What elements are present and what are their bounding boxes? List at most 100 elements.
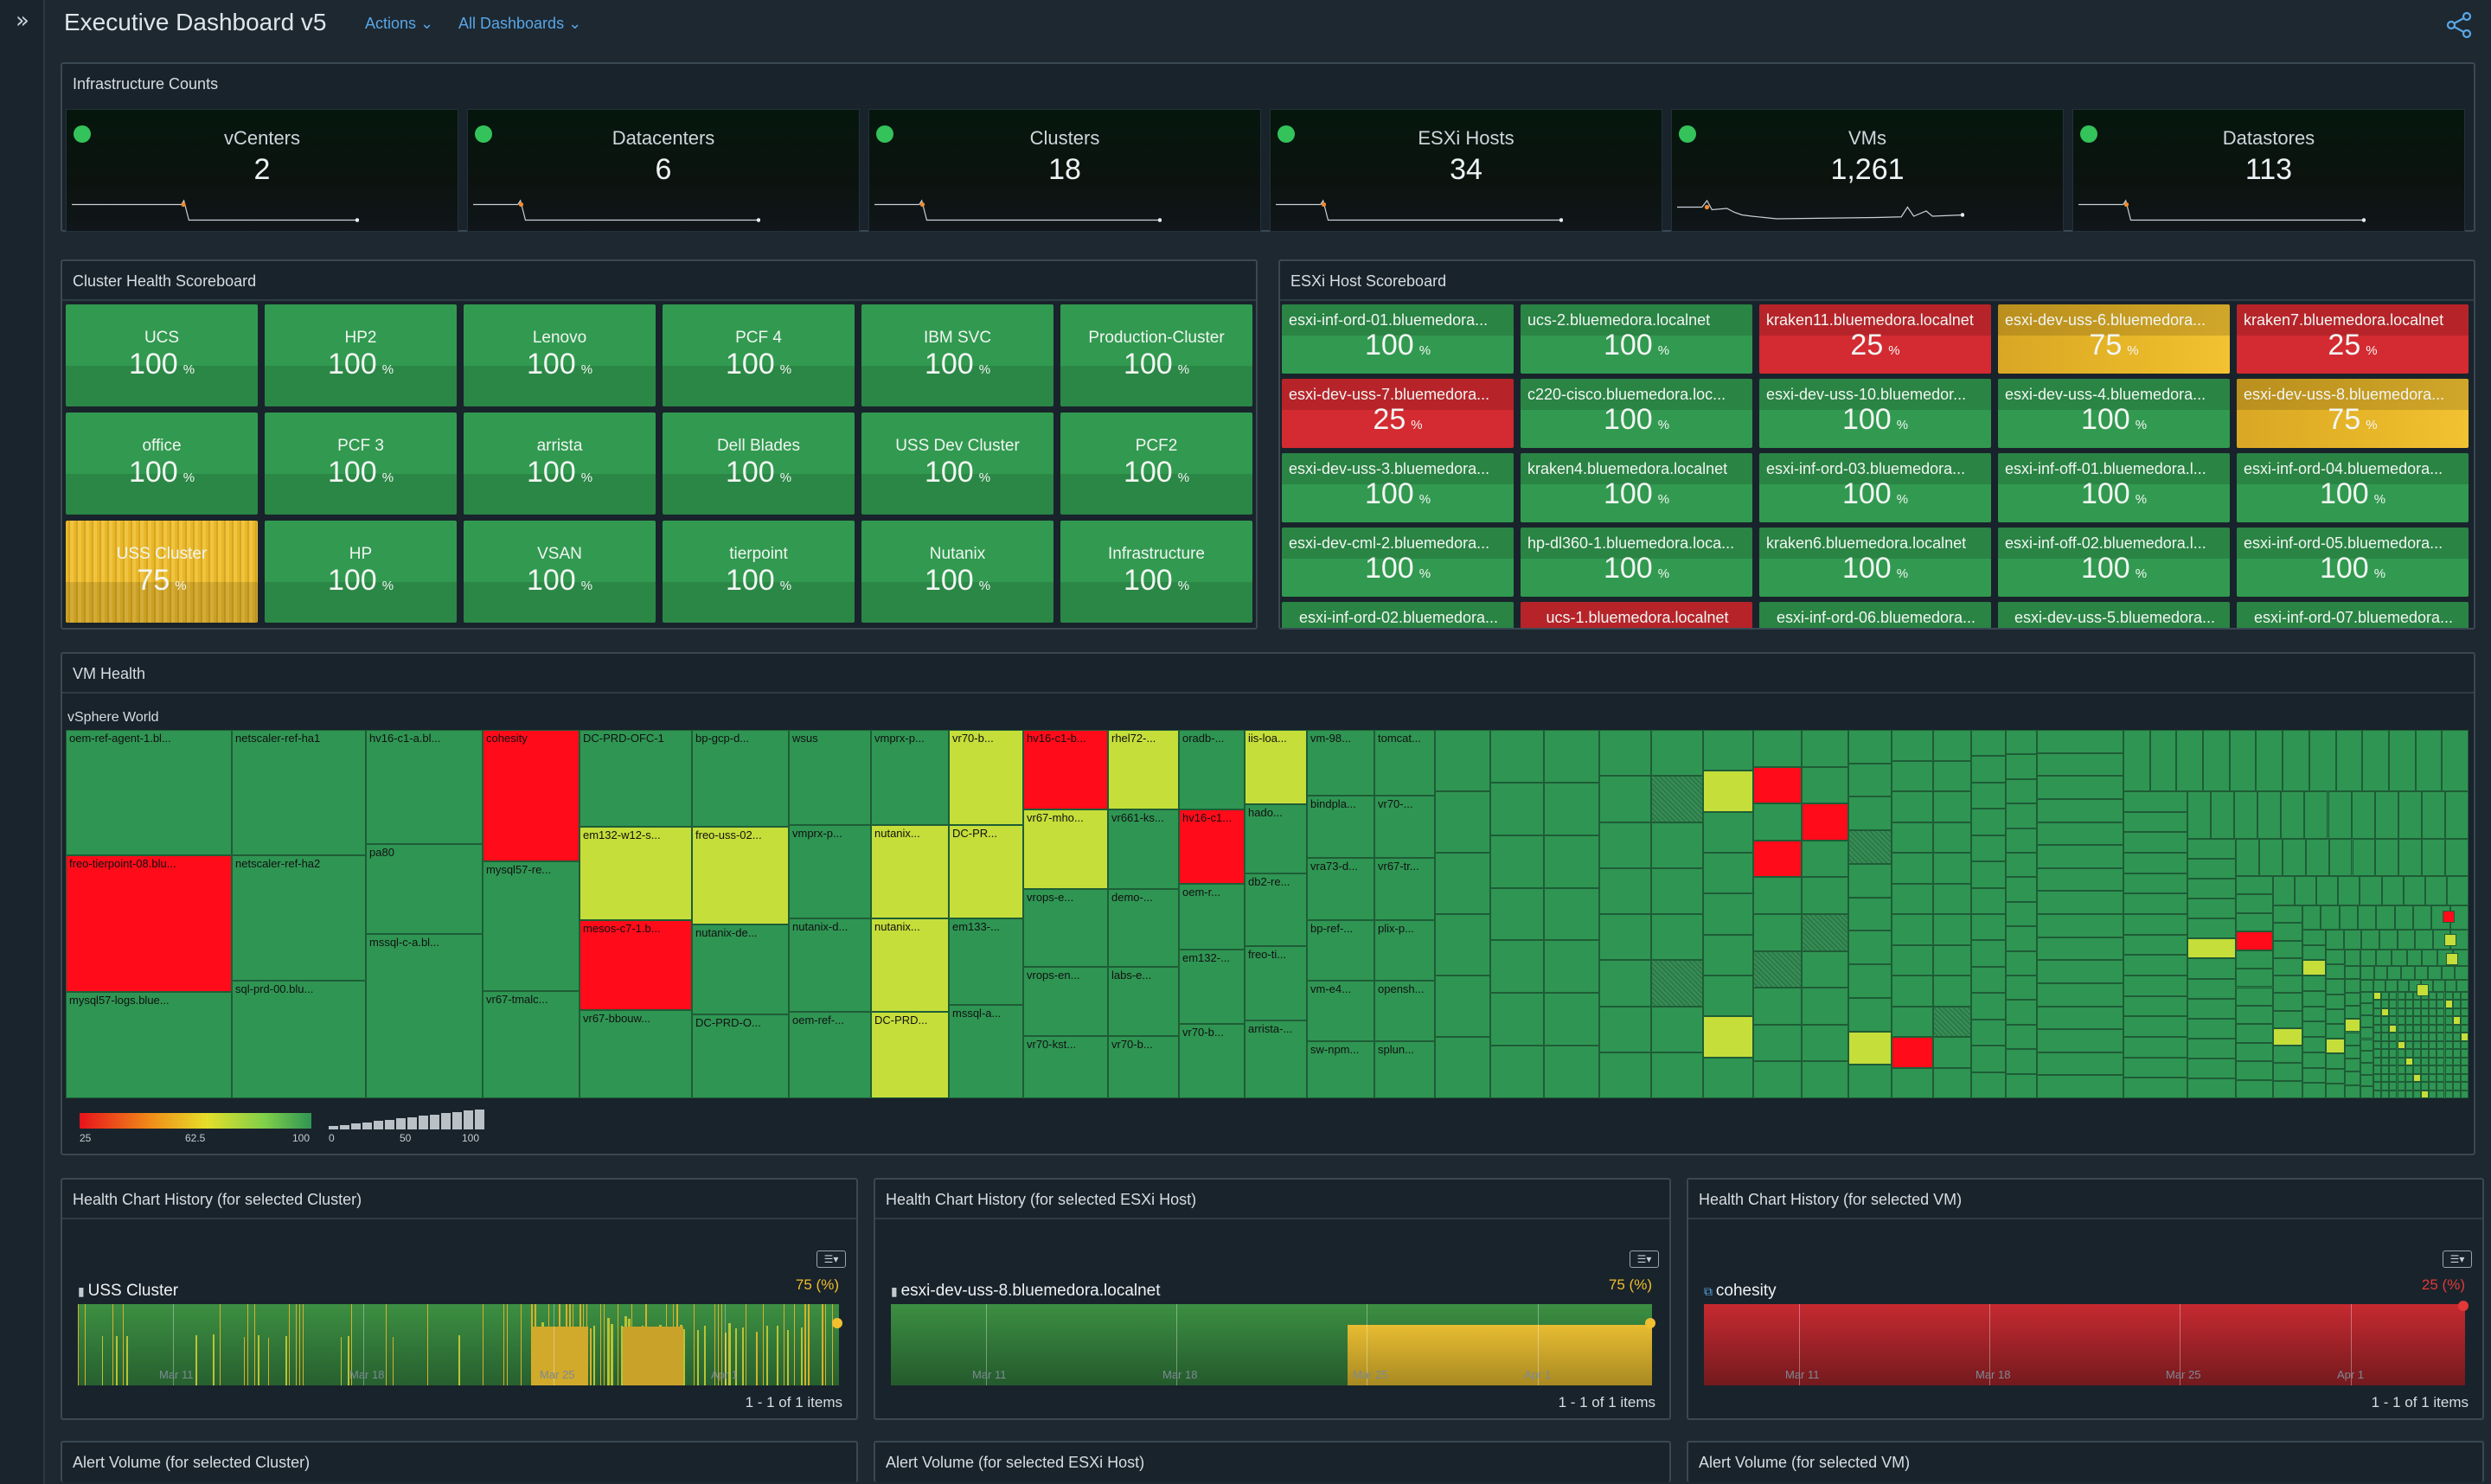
vm-cell[interactable]: [1802, 803, 1848, 841]
vm-cell[interactable]: [2381, 1033, 2390, 1041]
vm-cell[interactable]: [2236, 1024, 2273, 1043]
vm-cell[interactable]: [2405, 1040, 2413, 1050]
vm-cell[interactable]: [1544, 1046, 1599, 1098]
vm-cell[interactable]: [2187, 918, 2236, 939]
vm-cell[interactable]: [2415, 730, 2443, 791]
cluster-tile-pcf2[interactable]: PCF2 100%: [1060, 413, 1252, 515]
esxi-tile[interactable]: kraken11.bluemedora.localnet 25%: [1759, 304, 1991, 374]
vm-cell[interactable]: [2452, 1040, 2461, 1050]
vm-cell[interactable]: [2282, 839, 2306, 876]
vm-cell[interactable]: opensh...: [1374, 981, 1435, 1041]
vm-cell[interactable]: [2397, 1000, 2405, 1008]
vm-cell[interactable]: [2360, 1003, 2373, 1016]
actions-menu[interactable]: Actions ⌄: [365, 15, 433, 33]
vm-cell[interactable]: [1971, 1019, 2006, 1046]
vm-cell[interactable]: [1490, 782, 1544, 835]
vm-cell[interactable]: [2373, 1049, 2382, 1058]
esxi-tile[interactable]: esxi-inf-off-02.bluemedora.l... 100%: [1998, 528, 2230, 597]
vm-cell[interactable]: demo-...: [1108, 889, 1179, 967]
vm-cell[interactable]: [2236, 894, 2273, 913]
vm-cell[interactable]: [1802, 988, 1848, 1025]
vm-cell[interactable]: [2316, 876, 2339, 905]
vm-cell[interactable]: rhel72-...: [1108, 730, 1179, 809]
vm-cell[interactable]: [2037, 845, 2123, 868]
vm-cell[interactable]: [2412, 1049, 2421, 1058]
vm-cell[interactable]: [2422, 839, 2446, 876]
esxi-tile[interactable]: ucs-2.bluemedora.localnet 100%: [1521, 304, 1752, 374]
vm-cell[interactable]: [1971, 835, 2006, 862]
vm-cell[interactable]: [2037, 730, 2123, 753]
vm-cell[interactable]: [1490, 940, 1544, 994]
vm-cell[interactable]: [2373, 1040, 2382, 1050]
vm-cell[interactable]: [1848, 897, 1892, 931]
vm-cell[interactable]: [2187, 958, 2236, 979]
vm-cell[interactable]: [2360, 1062, 2373, 1075]
vm-cell[interactable]: [2273, 923, 2302, 941]
vm-cell[interactable]: [1753, 988, 1802, 1025]
vm-cell[interactable]: [2405, 1073, 2413, 1083]
vm-cell[interactable]: oem-r...: [1179, 884, 1245, 950]
vm-cell[interactable]: [2236, 969, 2273, 988]
vm-cell[interactable]: [2413, 905, 2432, 930]
vm-cell[interactable]: [2412, 1016, 2421, 1025]
vm-cell[interactable]: [1848, 964, 1892, 998]
vm-cell[interactable]: [2397, 1082, 2405, 1091]
vm-cell[interactable]: [2328, 839, 2353, 876]
vm-cell[interactable]: [2460, 992, 2469, 1001]
cluster-tile-production-cluster[interactable]: Production-Cluster 100%: [1060, 304, 1252, 406]
share-icon[interactable]: [2444, 10, 2474, 40]
vm-cell[interactable]: [2326, 930, 2344, 950]
vm-cell[interactable]: [2273, 1063, 2302, 1081]
vm-cell[interactable]: [2437, 1073, 2445, 1083]
vm-cell[interactable]: labs-e...: [1108, 967, 1179, 1036]
vm-cell[interactable]: vrops-e...: [1023, 889, 1108, 967]
vm-cell[interactable]: [1892, 1006, 1933, 1037]
vm-cell[interactable]: iis-loa...: [1245, 730, 1307, 804]
vm-cell[interactable]: [2123, 995, 2187, 1017]
vm-cell[interactable]: [2381, 1040, 2390, 1050]
vm-cell[interactable]: [2429, 1057, 2437, 1066]
vm-cell[interactable]: [1703, 1057, 1753, 1098]
vm-cell[interactable]: [2437, 1024, 2445, 1033]
vm-cell[interactable]: [2302, 1052, 2326, 1068]
vm-cell[interactable]: [1892, 883, 1933, 914]
vm-cell[interactable]: [1971, 1071, 2006, 1098]
vm-cell[interactable]: [2302, 905, 2321, 930]
vm-cell[interactable]: [2335, 730, 2363, 791]
vm-cell[interactable]: [2304, 791, 2328, 839]
vm-cell[interactable]: [1933, 853, 1971, 884]
vm-cell[interactable]: [1933, 791, 1971, 822]
vm-cell[interactable]: [2452, 1057, 2461, 1066]
cluster-tile-office[interactable]: office 100%: [66, 413, 258, 515]
vm-cell[interactable]: [2397, 992, 2405, 1001]
vm-cell[interactable]: [2187, 938, 2236, 959]
vm-cell[interactable]: [2397, 1049, 2405, 1058]
vm-cell[interactable]: [2421, 1082, 2430, 1091]
vm-cell[interactable]: [2429, 1049, 2437, 1058]
vm-cell[interactable]: [2351, 791, 2375, 839]
vm-cell[interactable]: [2444, 934, 2456, 946]
vm-cell[interactable]: [2187, 1038, 2236, 1059]
vm-cell[interactable]: [2437, 1000, 2445, 1008]
vm-cell[interactable]: vr67-mho...: [1023, 809, 1108, 889]
vm-cell[interactable]: [1802, 877, 1848, 914]
vm-cell[interactable]: cohesity: [483, 730, 580, 861]
vm-cell[interactable]: [2422, 950, 2438, 966]
vm-cell[interactable]: sw-npm...: [1307, 1041, 1374, 1098]
vm-cell[interactable]: [1892, 975, 1933, 1007]
vm-cell[interactable]: [1802, 730, 1848, 767]
vm-cell[interactable]: [1651, 914, 1703, 961]
vm-cell[interactable]: [1802, 1061, 1848, 1098]
vm-cell[interactable]: [2421, 1065, 2430, 1074]
vm-cell[interactable]: [2345, 1071, 2360, 1085]
vm-cell[interactable]: [1848, 796, 1892, 831]
vm-cell[interactable]: [2405, 1033, 2413, 1041]
vm-cell[interactable]: em133-...: [949, 918, 1023, 1005]
vm-cell[interactable]: netscaler-ref-ha2: [232, 855, 366, 981]
cluster-tile-hp[interactable]: HP 100%: [265, 521, 457, 623]
cluster-tile-uss-cluster[interactable]: USS Cluster 75%: [66, 521, 258, 623]
vm-cell[interactable]: [2429, 1033, 2437, 1041]
vm-cell[interactable]: [2405, 1065, 2413, 1074]
vm-cell[interactable]: vr67-tmalc...: [483, 991, 580, 1098]
vm-cell[interactable]: [2326, 994, 2345, 1009]
